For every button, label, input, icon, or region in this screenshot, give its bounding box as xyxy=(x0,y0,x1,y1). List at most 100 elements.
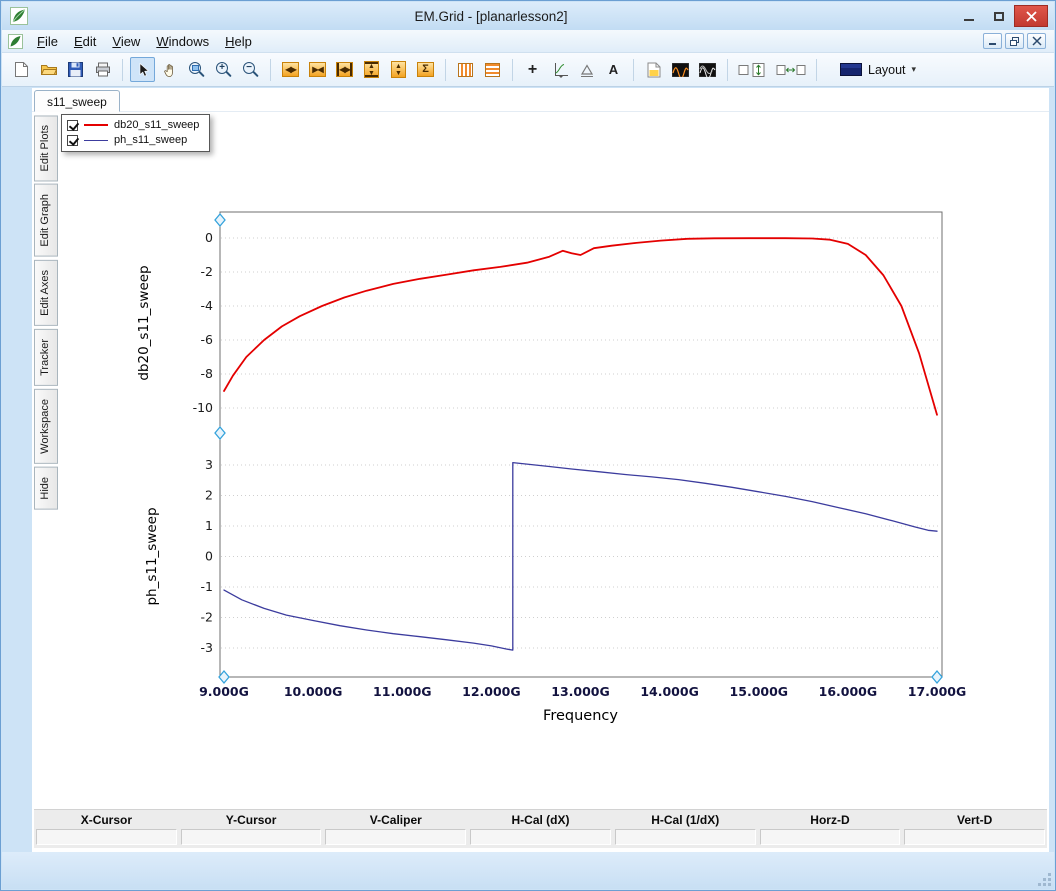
fit-x-axis-icon[interactable]: ◀▶ xyxy=(332,57,357,82)
column-header: Horz-D xyxy=(810,813,850,827)
menu-view[interactable]: View xyxy=(104,32,148,51)
menu-bar: File Edit View Windows Help xyxy=(2,30,1054,53)
svg-text:11.000G: 11.000G xyxy=(373,684,432,699)
zoom-out-icon[interactable]: − xyxy=(238,57,263,82)
tabbar-divider xyxy=(32,111,1049,112)
title-bar: EM.Grid - [planarlesson2] xyxy=(2,2,1054,30)
autoscale-icon[interactable]: Σ xyxy=(413,57,438,82)
split-vertical-icon[interactable] xyxy=(735,57,771,82)
svg-text:0: 0 xyxy=(205,549,213,564)
sidebar-item-edit-axes[interactable]: Edit Axes xyxy=(34,260,58,326)
tab-s11-sweep[interactable]: s11_sweep xyxy=(34,90,120,112)
legend-checkbox-ph[interactable] xyxy=(67,134,78,146)
plot-legend: db20_s11_sweep ph_s11_sweep xyxy=(61,114,211,152)
svg-text:-6: -6 xyxy=(201,332,214,347)
pan-hand-icon[interactable] xyxy=(157,57,182,82)
chevron-down-icon: ▾ xyxy=(911,64,917,74)
sidebar-item-hide[interactable]: Hide xyxy=(34,466,58,510)
close-button[interactable] xyxy=(1014,5,1048,27)
sidebar-item-edit-graph[interactable]: Edit Graph xyxy=(34,184,58,258)
compress-x-axis-icon[interactable]: ▶◀ xyxy=(305,57,330,82)
svg-text:-10: -10 xyxy=(193,400,213,415)
document-area: s11_sweep Edit Plots Edit Graph Edit Axe… xyxy=(32,88,1049,853)
status-value-cell xyxy=(325,829,467,845)
status-table-values xyxy=(34,829,1047,848)
svg-text:0: 0 xyxy=(205,230,213,245)
svg-text:-1: -1 xyxy=(201,579,213,594)
print-icon[interactable] xyxy=(90,57,115,82)
svg-text:-8: -8 xyxy=(201,366,214,381)
expand-x-axis-icon[interactable]: ◀▶ xyxy=(278,57,303,82)
column-header: H-Cal (1/dX) xyxy=(651,813,720,827)
delta-marker-icon[interactable] xyxy=(574,57,599,82)
column-header: Y-Cursor xyxy=(225,813,277,827)
svg-text:-2: -2 xyxy=(201,264,213,279)
menu-edit[interactable]: Edit xyxy=(66,32,104,51)
select-tool-icon[interactable] xyxy=(130,57,155,82)
column-header: X-Cursor xyxy=(80,813,133,827)
svg-text:2: 2 xyxy=(205,488,213,503)
legend-line-sample xyxy=(84,124,108,126)
svg-text:13.000G: 13.000G xyxy=(551,684,610,699)
side-tab-strip: Edit Plots Edit Graph Edit Axes Tracker … xyxy=(34,115,58,510)
annotation-page-icon[interactable] xyxy=(641,57,666,82)
status-value-cell xyxy=(36,829,177,845)
svg-text:10.000G: 10.000G xyxy=(284,684,343,699)
status-table-headers: X-Cursor Y-Cursor V-Caliper H-Cal (dX) H… xyxy=(34,809,1047,829)
legend-line-sample xyxy=(84,139,108,141)
app-window: EM.Grid - [planarlesson2] File Edit View… xyxy=(0,0,1056,891)
plot-canvas[interactable]: 0 -2 -4 -6 -8 -10 db20_s11_sweep 3 2 1 0 -1 -2 -3 ph_s… xyxy=(127,198,997,743)
crosshair-tool-icon[interactable]: + xyxy=(520,57,545,82)
status-value-cell xyxy=(470,829,611,845)
menu-windows[interactable]: Windows xyxy=(148,32,217,51)
resize-grip[interactable] xyxy=(1037,872,1051,886)
legend-label: ph_s11_sweep xyxy=(114,134,188,146)
status-value-cell xyxy=(180,829,322,845)
document-icon xyxy=(8,33,23,49)
status-bar xyxy=(2,852,1054,889)
rows-view-icon[interactable] xyxy=(480,57,505,82)
save-icon[interactable] xyxy=(63,57,88,82)
traces-light-icon[interactable] xyxy=(695,57,720,82)
sidebar-item-workspace[interactable]: Workspace xyxy=(34,388,58,464)
maximize-button[interactable] xyxy=(984,5,1014,27)
minimize-button[interactable] xyxy=(954,5,984,27)
column-header: Vert-D xyxy=(957,813,993,827)
menu-file[interactable]: File xyxy=(29,32,66,51)
mdi-restore-button[interactable] xyxy=(1005,33,1024,49)
new-document-icon[interactable] xyxy=(9,57,34,82)
expand-y-axis-icon[interactable]: ▲ ▼ xyxy=(359,57,384,82)
mdi-close-button[interactable] xyxy=(1027,33,1046,49)
svg-text:9.000G: 9.000G xyxy=(199,684,249,699)
sidebar-item-edit-plots[interactable]: Edit Plots xyxy=(34,115,58,182)
traces-dark-icon[interactable] xyxy=(668,57,693,82)
split-horizontal-icon[interactable] xyxy=(773,57,809,82)
svg-text:-3: -3 xyxy=(201,640,213,655)
sidebar-item-tracker[interactable]: Tracker xyxy=(34,328,58,386)
columns-view-icon[interactable] xyxy=(453,57,478,82)
toolbar: + − ◀▶ ▶◀ ◀▶ ▲ ▼ ▲ ▼ Σ + A Layout ▾ xyxy=(2,53,1054,87)
svg-text:-2: -2 xyxy=(201,610,213,625)
window-title: EM.Grid - [planarlesson2] xyxy=(414,8,568,24)
legend-label: db20_s11_sweep xyxy=(114,119,200,131)
status-value-cell xyxy=(614,829,756,845)
column-header: H-Cal (dX) xyxy=(511,813,570,827)
svg-text:db20_s11_sweep: db20_s11_sweep xyxy=(136,265,152,380)
svg-text:3: 3 xyxy=(205,457,213,472)
menu-help[interactable]: Help xyxy=(217,32,260,51)
status-value-cell xyxy=(904,829,1046,845)
legend-item: db20_s11_sweep xyxy=(67,119,199,131)
legend-checkbox-db20[interactable] xyxy=(67,119,78,131)
status-value-cell xyxy=(759,829,901,845)
svg-text:15.000G: 15.000G xyxy=(730,684,789,699)
layout-dropdown[interactable]: Layout ▾ xyxy=(832,59,924,81)
compress-y-axis-icon[interactable]: ▲ ▼ xyxy=(386,57,411,82)
mdi-minimize-button[interactable] xyxy=(983,33,1002,49)
layout-label: Layout xyxy=(868,62,906,77)
app-logo-icon xyxy=(10,7,28,25)
zoom-in-icon[interactable]: + xyxy=(211,57,236,82)
tracker-axes-icon[interactable] xyxy=(547,57,572,82)
open-folder-icon[interactable] xyxy=(36,57,61,82)
zoom-region-icon[interactable] xyxy=(184,57,209,82)
text-tool-icon[interactable]: A xyxy=(601,57,626,82)
